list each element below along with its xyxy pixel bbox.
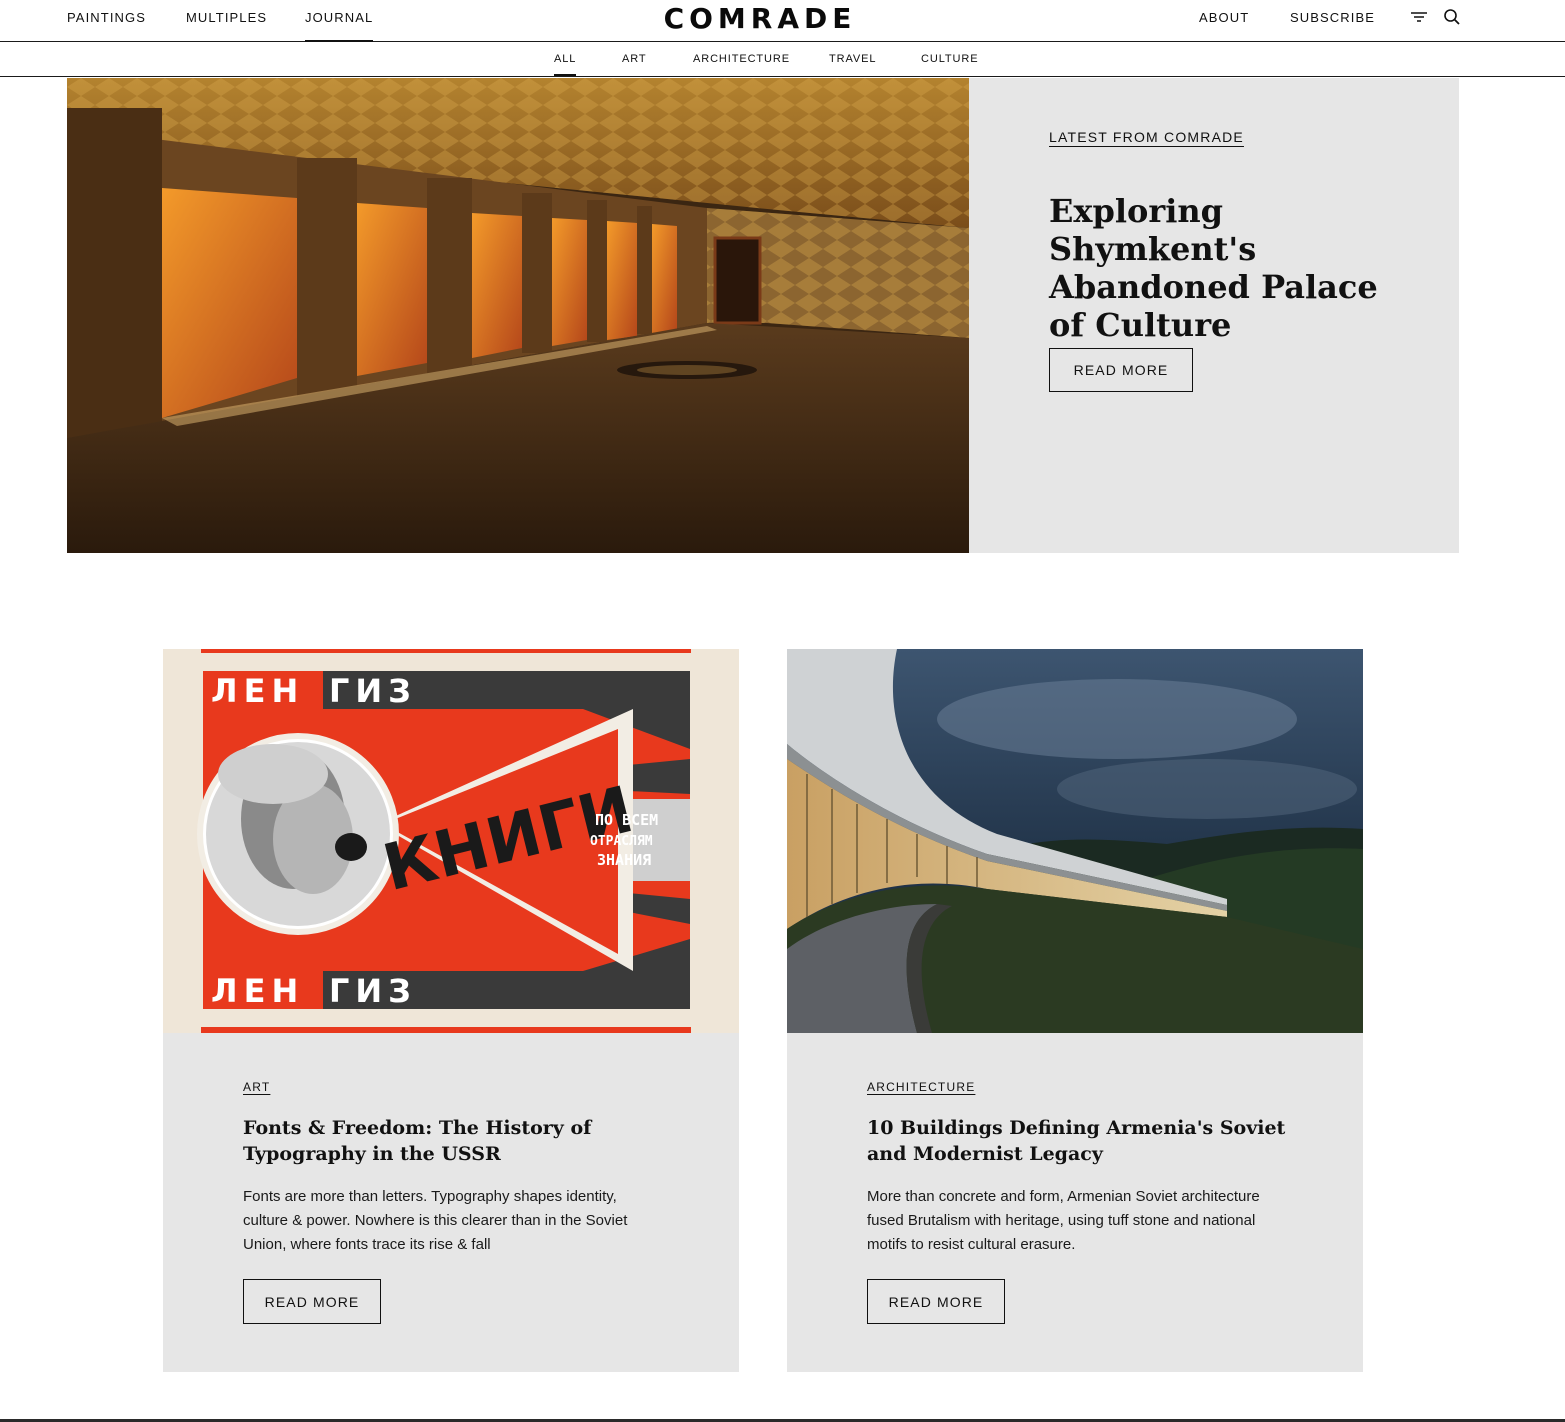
poster-bottom-word-left: ЛЕН <box>211 972 304 1010</box>
nav-multiples[interactable]: MULTIPLES <box>186 10 267 25</box>
category-all[interactable]: ALL <box>554 53 577 76</box>
card-title[interactable]: 10 Buildings Defining Armenia's Soviet a… <box>867 1115 1297 1167</box>
poster-top-word-left: ЛЕН <box>211 672 304 710</box>
card-tag-art[interactable]: ART <box>243 1080 270 1094</box>
filter-icon[interactable] <box>1410 8 1428 26</box>
poster-top-word-right: ГИЗ <box>329 672 417 710</box>
hero-title[interactable]: Exploring Shymkent's Abandoned Palace of… <box>1049 192 1409 344</box>
nav-about[interactable]: ABOUT <box>1199 10 1249 25</box>
nav-paintings[interactable]: PAINTINGS <box>67 10 146 25</box>
hero-panel: LATEST FROM COMRADE Exploring Shymkent's… <box>969 78 1459 553</box>
category-art[interactable]: ART <box>622 53 647 65</box>
article-card-art: ЛЕН ГИЗ ЛЕН ГИЗ КНИГИ ПО ВСЕМ ОТРАСЛЯМ З… <box>163 649 739 1372</box>
hero-read-more-button[interactable]: READ MORE <box>1049 348 1193 392</box>
hero-image[interactable] <box>67 78 969 553</box>
search-icon[interactable] <box>1443 8 1461 26</box>
poster-side-line-1: ПО ВСЕМ <box>595 811 658 829</box>
top-navigation: PAINTINGS MULTIPLES JOURNAL COMRADE ABOU… <box>0 0 1565 42</box>
nav-subscribe[interactable]: SUBSCRIBE <box>1290 10 1375 25</box>
category-culture[interactable]: CULTURE <box>921 53 978 65</box>
site-logo[interactable]: COMRADE <box>640 0 880 38</box>
card-image-poster[interactable]: ЛЕН ГИЗ ЛЕН ГИЗ КНИГИ ПО ВСЕМ ОТРАСЛЯМ З… <box>163 649 739 1033</box>
category-filter-bar: ALL ART ARCHITECTURE TRAVEL CULTURE <box>0 42 1565 77</box>
card-read-more-button[interactable]: READ MORE <box>243 1279 381 1324</box>
card-excerpt: Fonts are more than letters. Typography … <box>243 1188 628 1253</box>
poster-side-line-3: ЗНАНИЯ <box>597 851 651 869</box>
card-image-building[interactable] <box>787 649 1363 1033</box>
hero-eyebrow[interactable]: LATEST FROM COMRADE <box>1049 129 1244 145</box>
article-card-architecture: ARCHITECTURE 10 Buildings Defining Armen… <box>787 649 1363 1372</box>
card-read-more-button[interactable]: READ MORE <box>867 1279 1005 1324</box>
card-title[interactable]: Fonts & Freedom: The History of Typograp… <box>243 1115 673 1167</box>
category-architecture[interactable]: ARCHITECTURE <box>693 53 790 65</box>
card-tag-architecture[interactable]: ARCHITECTURE <box>867 1080 975 1094</box>
poster-side-line-2: ОТРАСЛЯМ <box>590 834 653 849</box>
nav-journal[interactable]: JOURNAL <box>305 10 374 42</box>
category-travel[interactable]: TRAVEL <box>829 53 876 65</box>
poster-bottom-word-right: ГИЗ <box>329 972 417 1010</box>
card-excerpt: More than concrete and form, Armenian So… <box>867 1188 1260 1253</box>
